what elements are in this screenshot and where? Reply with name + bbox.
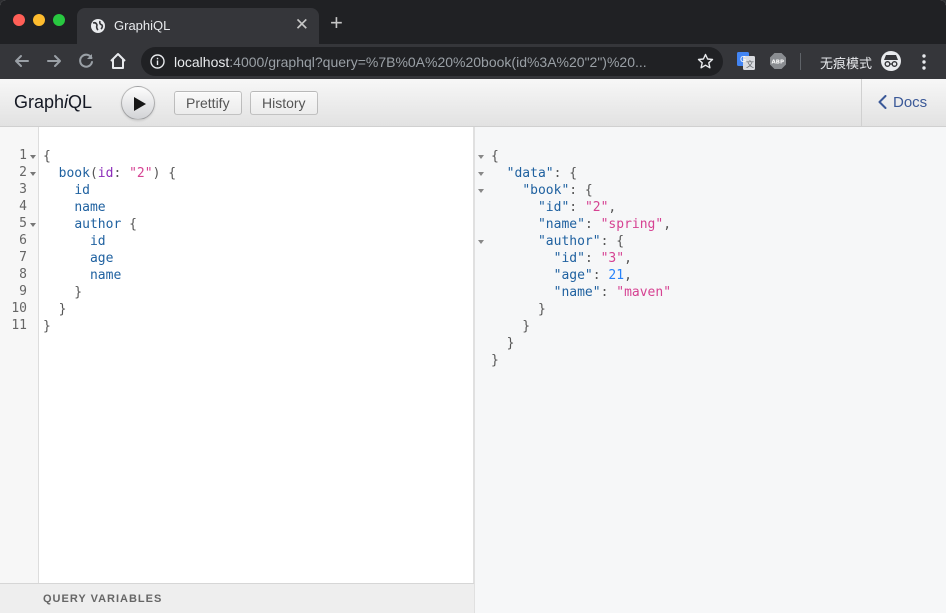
result-line: } [491,302,546,317]
result-line: "id": "2", [537,200,617,215]
result-line: "author": { [537,234,625,249]
line-number: 11 [11,318,27,333]
forward-arrow-icon [47,55,61,67]
result-line: "id": "3", [553,251,632,266]
line-number: 8 [19,267,27,282]
query-line[interactable]: { [43,148,176,165]
back-button[interactable] [11,50,33,72]
result-line: "book": { [522,183,593,198]
chevron-left-icon [878,95,887,109]
forward-button[interactable] [43,50,65,72]
line-number: 7 [19,250,27,265]
close-tab-icon[interactable]: ✕ [295,15,309,35]
back-arrow-icon [15,55,29,67]
history-button[interactable]: History [250,91,318,115]
query-line[interactable]: book(id: "2") { [43,165,176,182]
fold-arrow-icon[interactable] [478,172,484,176]
prettify-button[interactable]: Prettify [174,91,242,115]
result-viewer: { "data": { "book": { "id": "2", "name":… [474,127,946,613]
toolbar-separator [800,53,801,70]
line-number-gutter: 1 2 3 4 5 6 7 8 9 10 11 [0,127,39,583]
graphiql-topbar: GraphiQL Prettify History Docs [0,79,946,127]
line-number: 3 [19,182,27,197]
info-icon[interactable] [150,54,165,69]
line-number: 2 [19,165,27,180]
url-text: localhost:4000/graphql?query=%7B%0A%20%2… [174,54,647,70]
query-line[interactable]: } [43,301,176,318]
line-number: 5 [19,216,27,231]
svg-text:文: 文 [746,59,754,69]
query-line[interactable]: id [43,182,176,199]
new-tab-button[interactable]: + [330,12,343,34]
home-button[interactable] [107,50,129,72]
query-line[interactable]: name [43,199,176,216]
result-line: } [491,319,531,334]
adblock-plus-icon[interactable]: ABP [769,52,787,70]
line-number: 10 [11,301,27,316]
result-line: } [491,336,515,351]
query-variables-bar[interactable]: QUERY VARIABLES [0,583,474,613]
fold-arrow-icon[interactable] [30,223,36,227]
google-translate-icon[interactable]: G文 [737,52,755,70]
browser-toolbar: localhost:4000/graphql?query=%7B%0A%20%2… [0,44,946,79]
incognito-icon[interactable] [880,51,902,71]
query-variables-label: QUERY VARIABLES [43,593,163,605]
query-line[interactable]: age [43,250,176,267]
incognito-label[interactable]: 无痕模式 [820,53,872,72]
query-code[interactable]: { book(id: "2") { id name author { id ag… [43,148,176,335]
result-json: { "data": { "book": { "id": "2", "name":… [491,148,671,369]
query-line[interactable]: id [43,233,176,250]
fold-arrow-icon[interactable] [30,172,36,176]
tab-title: GraphiQL [114,18,171,33]
result-line: "name": "maven" [553,285,672,300]
line-number: 1 [19,148,27,163]
fold-arrow-icon[interactable] [478,189,484,193]
query-editor[interactable]: 1 2 3 4 5 6 7 8 9 10 11 { book(id: "2") … [0,127,474,613]
minimize-window-button[interactable] [33,14,45,26]
result-line: "data": { [506,166,578,181]
docs-area: Docs [861,79,946,126]
line-number: 4 [19,199,27,214]
browser-window: GraphiQL ✕ + localhost:4000/graphql?quer… [0,0,946,613]
execute-query-button[interactable] [121,86,155,120]
browser-tab[interactable]: GraphiQL ✕ [77,8,319,44]
reload-icon [79,53,93,68]
query-line[interactable]: author { [43,216,176,233]
svg-text:ABP: ABP [772,60,784,66]
fold-arrow-icon[interactable] [30,155,36,159]
fold-arrow-icon[interactable] [478,240,484,244]
reload-button[interactable] [75,50,97,72]
line-number: 9 [19,284,27,299]
result-line: { [491,149,499,164]
address-bar[interactable]: localhost:4000/graphql?query=%7B%0A%20%2… [141,47,723,76]
tab-strip: GraphiQL ✕ + [0,0,946,44]
result-line: "name": "spring", [537,217,672,232]
globe-icon [90,18,106,34]
bookmark-star-icon[interactable] [697,53,714,70]
zoom-window-button[interactable] [53,14,65,26]
line-number: 6 [19,233,27,248]
close-window-button[interactable] [13,14,25,26]
query-line[interactable]: name [43,267,176,284]
result-line: } [491,353,499,368]
result-line: "age": 21, [553,268,632,283]
graphiql-logo: GraphiQL [14,92,93,112]
docs-button[interactable]: Docs [878,94,927,111]
query-line[interactable]: } [43,318,176,335]
query-line[interactable]: } [43,284,176,301]
fold-arrow-icon[interactable] [478,155,484,159]
home-icon [110,53,126,69]
play-icon [134,97,146,111]
more-menu-icon[interactable] [918,52,930,72]
